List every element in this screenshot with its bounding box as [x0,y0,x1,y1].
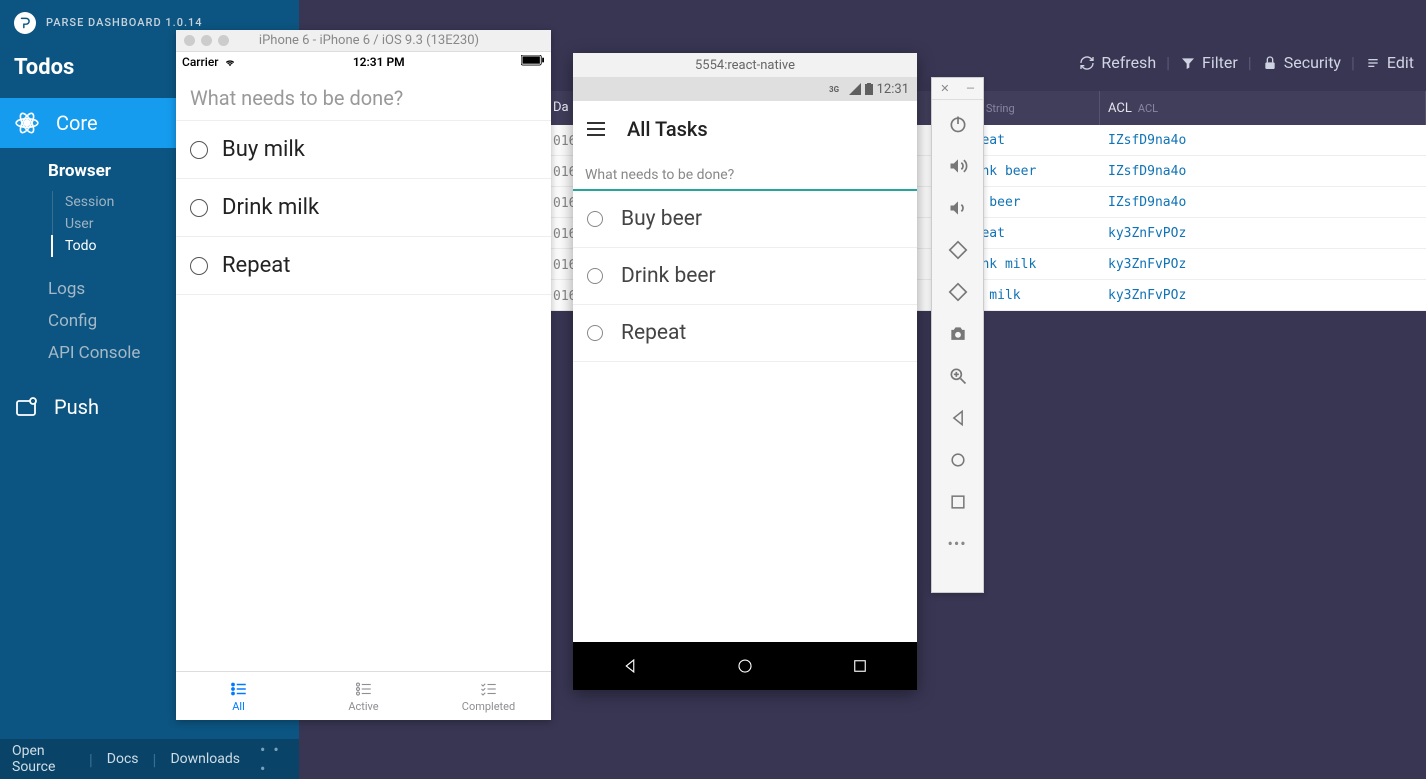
back-icon[interactable] [621,657,639,675]
ios-input[interactable]: What needs to be done? [176,72,551,121]
ios-tabbar: All Active Completed [176,671,551,720]
footer-downloads[interactable]: Downloads [170,751,240,767]
home-icon[interactable] [736,657,754,675]
list-icon [227,680,251,698]
filter-icon [1180,55,1196,71]
sidebar-footer: Open Source | Docs | Downloads • • • [0,739,299,779]
lock-icon [1262,55,1278,71]
checkbox-icon[interactable] [190,199,208,217]
android-time: 12:31 [877,82,909,97]
refresh-icon [1079,55,1095,71]
signal-icon [849,83,861,95]
android-statusbar: 3G 12:31 [573,77,917,101]
android-todo-item[interactable]: Repeat [573,305,917,362]
push-icon [14,395,38,419]
ios-todo-item[interactable]: Drink milk [176,179,551,237]
zoom-icon[interactable] [948,366,968,386]
volume-down-icon[interactable] [948,198,968,218]
close-dot-icon[interactable] [184,35,195,46]
carrier-label: Carrier [182,55,219,69]
refresh-label: Refresh [1101,53,1156,72]
ios-titlebar[interactable]: iPhone 6 - iPhone 6 / iOS 9.3 (13E230) [176,30,551,52]
home-button-icon[interactable] [948,450,968,470]
wifi-icon [223,57,237,68]
tab-all[interactable]: All [176,672,301,720]
back-button-icon[interactable] [948,408,968,428]
menu-icon[interactable] [587,122,605,136]
parse-logo-icon [14,12,36,34]
emulator-toolbar: ✕ — ••• [931,77,984,593]
edit-icon [1365,55,1381,71]
active-list-icon [352,680,376,698]
core-icon [14,110,40,136]
appbar-title: All Tasks [627,117,708,141]
android-todo-item[interactable]: Drink beer [573,248,917,305]
refresh-button[interactable]: Refresh [1079,53,1156,72]
completed-list-icon [477,680,501,698]
svg-text:3G: 3G [829,85,840,94]
edit-label: Edit [1387,53,1414,72]
checkbox-icon[interactable] [587,268,603,284]
battery-icon [521,55,545,66]
rotate-left-icon[interactable] [948,240,968,260]
security-label: Security [1284,53,1341,72]
footer-open-source[interactable]: Open Source [12,743,75,775]
close-icon[interactable]: ✕ [940,82,949,95]
footer-more-icon[interactable]: • • • [260,740,287,778]
battery-icon [865,83,873,95]
rotate-right-icon[interactable] [948,282,968,302]
security-button[interactable]: Security [1262,53,1341,72]
checkbox-icon[interactable] [587,325,603,341]
ios-list: Buy milk Drink milk Repeat [176,121,551,295]
th-acl[interactable]: ACL ACL [1100,91,1426,125]
top-toolbar: Refresh | Filter | Security | Edit [1079,53,1414,72]
date-col-peek: 016 016 016 016 016 016 [553,126,573,312]
android-window-title[interactable]: 5554:react-native [573,53,917,77]
ios-statusbar: Carrier 12:31 PM [176,52,551,72]
overview-button-icon[interactable] [948,492,968,512]
android-appbar: All Tasks [573,101,917,157]
checkbox-icon[interactable] [190,257,208,275]
edit-button[interactable]: Edit [1365,53,1414,72]
checkbox-icon[interactable] [587,211,603,227]
ios-todo-item[interactable]: Buy milk [176,121,551,179]
power-icon[interactable] [948,114,968,134]
android-list: Buy beer Drink beer Repeat [573,191,917,362]
separator: | [89,750,93,769]
camera-icon[interactable] [948,324,968,344]
tab-active[interactable]: Active [301,672,426,720]
product-title: PARSE DASHBOARD 1.0.14 [46,16,203,29]
android-todo-item[interactable]: Buy beer [573,191,917,248]
emulator-toolbar-top: ✕ — [932,78,983,100]
android-emulator: 5554:react-native 3G 12:31 All Tasks Wha… [573,53,917,690]
network-3g-icon: 3G [829,83,845,95]
separator: | [153,750,157,769]
volume-up-icon[interactable] [948,156,968,176]
ios-time: 12:31 PM [353,55,405,69]
ios-window-title: iPhone 6 - iPhone 6 / iOS 9.3 (13E230) [195,33,543,48]
recents-icon[interactable] [851,657,869,675]
ios-simulator: iPhone 6 - iPhone 6 / iOS 9.3 (13E230) C… [176,30,551,720]
nav-push-label: Push [54,395,99,419]
android-input[interactable]: What needs to be done? [573,157,917,191]
more-icon[interactable]: ••• [948,534,968,554]
nav-core-label: Core [56,111,98,135]
filter-label: Filter [1202,53,1238,72]
android-navbar [573,642,917,690]
checkbox-icon[interactable] [190,141,208,159]
th-da-peek: Da [553,100,569,115]
footer-docs[interactable]: Docs [107,751,139,767]
filter-button[interactable]: Filter [1180,53,1238,72]
tab-completed[interactable]: Completed [426,672,551,720]
ios-todo-item[interactable]: Repeat [176,237,551,295]
minimize-icon[interactable]: — [966,82,975,95]
